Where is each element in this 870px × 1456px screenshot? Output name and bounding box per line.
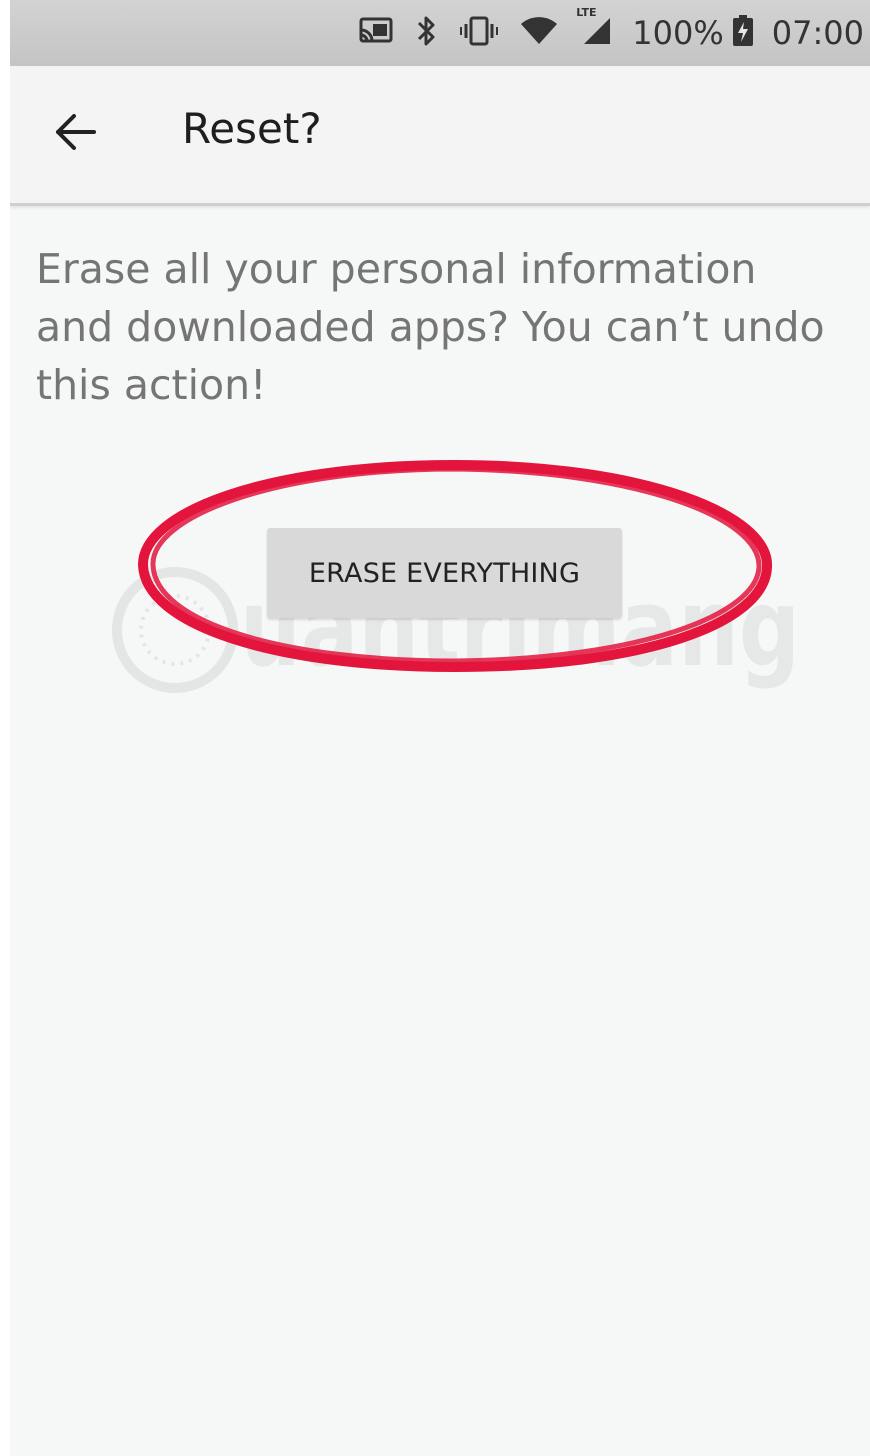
status-bar: LTE 100% 07:00 xyxy=(10,0,870,66)
page-title: Reset? xyxy=(182,104,322,153)
lte-signal-icon: LTE xyxy=(576,6,612,50)
clock: 07:00 xyxy=(771,14,864,52)
back-button[interactable] xyxy=(40,96,112,168)
battery-charging-icon xyxy=(732,15,754,51)
phone-screen: LTE 100% 07:00 Reset? Erase all your per… xyxy=(10,0,870,1456)
arrow-back-icon xyxy=(56,114,96,150)
reset-warning-message: Erase all your personal information and … xyxy=(36,245,825,409)
bluetooth-icon xyxy=(416,14,438,52)
vibrate-icon xyxy=(460,15,499,51)
cast-icon xyxy=(358,16,394,50)
erase-everything-button[interactable]: ERASE EVERYTHING xyxy=(267,528,622,618)
wifi-icon xyxy=(520,16,558,50)
battery-percent: 100% xyxy=(632,14,724,52)
app-bar: Reset? xyxy=(10,66,870,206)
lte-label: LTE xyxy=(576,6,597,19)
